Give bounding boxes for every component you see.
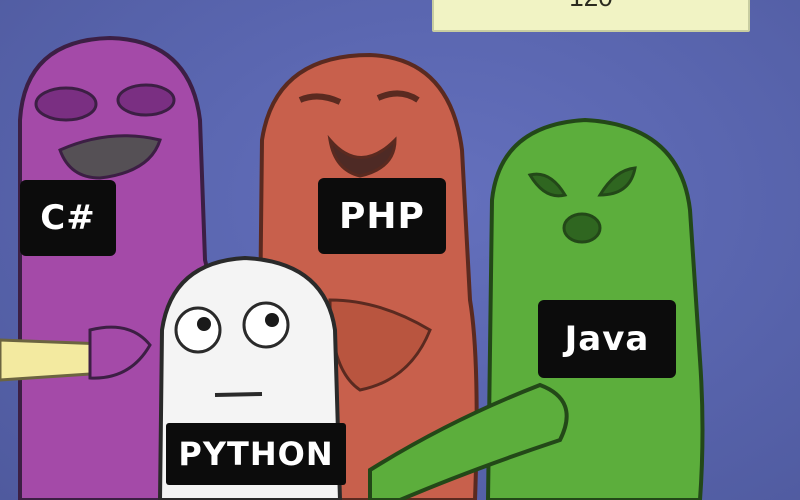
csharp-left-eye <box>34 86 98 122</box>
meme-scene: 120 C# PHP Java PYTHON <box>0 0 800 500</box>
csharp-label: C# <box>20 180 116 256</box>
php-label: PHP <box>318 178 446 254</box>
java-mouth <box>562 212 602 244</box>
java-label: Java <box>538 300 676 378</box>
top-card: 120 <box>432 0 750 32</box>
csharp-right-eye <box>116 83 176 117</box>
top-card-text: 120 <box>569 0 612 10</box>
python-mouth <box>214 392 263 397</box>
python-left-eye <box>174 306 222 354</box>
python-right-eye <box>242 301 290 349</box>
python-label: PYTHON <box>166 423 346 485</box>
